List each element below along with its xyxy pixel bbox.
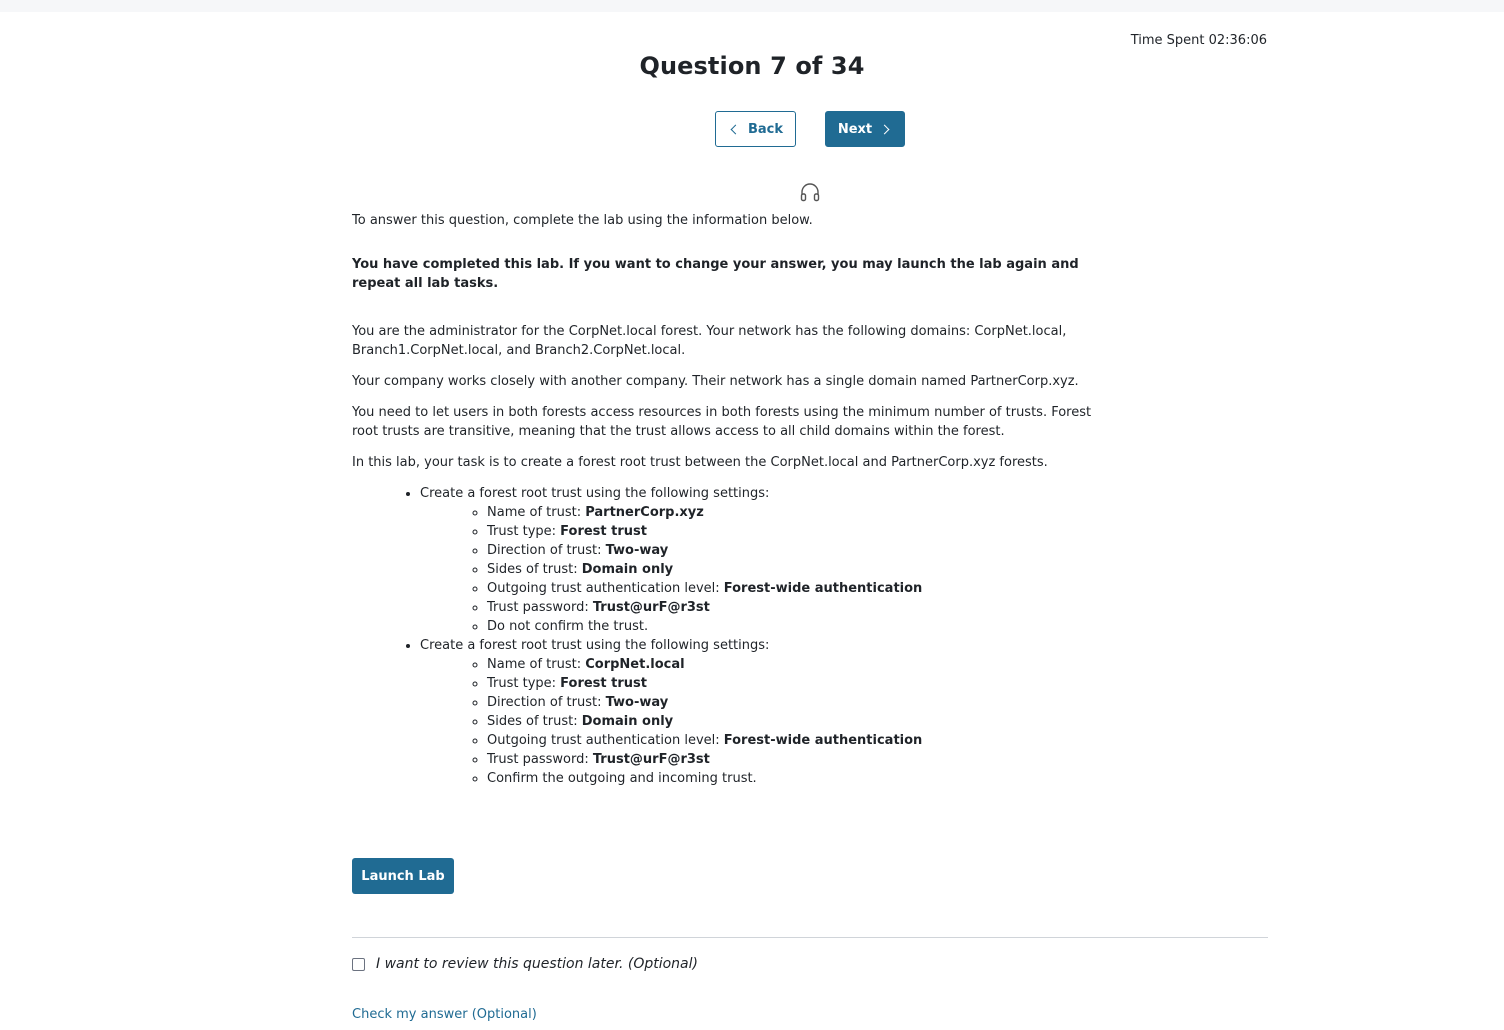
setting-name: Outgoing trust authentication level:	[487, 581, 724, 596]
task-label: Create a forest root trust using the fol…	[420, 638, 770, 653]
back-button[interactable]: Back	[715, 111, 796, 147]
setting-item: Trust type: Forest trust	[487, 674, 1112, 693]
settings-list: Name of trust: CorpNet.local Trust type:…	[420, 655, 1112, 788]
setting-item: Confirm the outgoing and incoming trust.	[487, 769, 1112, 788]
question-content: To answer this question, complete the la…	[352, 211, 1112, 788]
setting-name: Do not confirm the trust.	[487, 619, 649, 634]
divider	[352, 937, 1268, 938]
task-paragraph: In this lab, your task is to create a fo…	[352, 455, 1048, 470]
setting-name: Outgoing trust authentication level:	[487, 733, 724, 748]
setting-name: Sides of trust:	[487, 714, 582, 729]
setting-item: Name of trust: CorpNet.local	[487, 655, 1112, 674]
check-answer-link[interactable]: Check my answer (Optional)	[352, 1007, 537, 1022]
setting-name: Name of trust:	[487, 505, 586, 520]
settings-list: Name of trust: PartnerCorp.xyz Trust typ…	[420, 503, 1112, 636]
scenario-paragraph: Your company works closely with another …	[352, 374, 1079, 389]
setting-name: Confirm the outgoing and incoming trust.	[487, 771, 757, 786]
setting-value: Trust@urF@r3st	[592, 600, 710, 615]
task-label: Create a forest root trust using the fol…	[420, 486, 770, 501]
task-item: Create a forest root trust using the fol…	[420, 484, 1112, 636]
setting-name: Trust type:	[487, 676, 561, 691]
scenario-paragraph: You are the administrator for the CorpNe…	[352, 324, 1067, 358]
setting-item: Trust type: Forest trust	[487, 522, 1112, 541]
setting-value: Trust@urF@r3st	[592, 752, 710, 767]
chevron-right-icon	[879, 124, 890, 134]
setting-item: Outgoing trust authentication level: For…	[487, 731, 1112, 750]
setting-value: CorpNet.local	[585, 657, 685, 672]
setting-name: Sides of trust:	[487, 562, 582, 577]
setting-item: Trust password: Trust@urF@r3st	[487, 750, 1112, 769]
time-spent: Time Spent 02:36:06	[1130, 33, 1267, 48]
setting-value: Forest-wide authentication	[723, 581, 923, 596]
headphones-icon[interactable]	[799, 182, 821, 202]
setting-value: Forest trust	[560, 676, 647, 691]
setting-item: Direction of trust: Two-way	[487, 693, 1112, 712]
setting-name: Direction of trust:	[487, 543, 606, 558]
task-item: Create a forest root trust using the fol…	[420, 636, 1112, 788]
setting-item: Sides of trust: Domain only	[487, 712, 1112, 731]
scenario-paragraph: You need to let users in both forests ac…	[352, 405, 1092, 439]
back-label: Back	[747, 121, 784, 137]
chevron-left-icon	[730, 124, 741, 134]
next-button[interactable]: Next	[825, 111, 905, 147]
task-list: Create a forest root trust using the fol…	[352, 484, 1112, 788]
setting-value: Two-way	[605, 543, 669, 558]
intro-text: To answer this question, complete the la…	[352, 213, 813, 228]
setting-name: Trust password:	[487, 752, 593, 767]
setting-item: Sides of trust: Domain only	[487, 560, 1112, 579]
setting-name: Direction of trust:	[487, 695, 606, 710]
setting-value: PartnerCorp.xyz	[585, 505, 704, 520]
setting-item: Name of trust: PartnerCorp.xyz	[487, 503, 1112, 522]
setting-value: Forest trust	[560, 524, 647, 539]
review-later-checkbox[interactable]	[352, 957, 365, 971]
setting-name: Trust type:	[487, 524, 561, 539]
review-later-option[interactable]: I want to review this question later. (O…	[352, 956, 698, 972]
launch-lab-button[interactable]: Launch Lab	[352, 858, 454, 894]
setting-value: Domain only	[581, 562, 674, 577]
setting-item: Do not confirm the trust.	[487, 617, 1112, 636]
question-navigation: Back Next	[715, 111, 905, 147]
setting-name: Name of trust:	[487, 657, 586, 672]
top-strip	[0, 0, 1504, 12]
setting-value: Forest-wide authentication	[723, 733, 923, 748]
setting-item: Outgoing trust authentication level: For…	[487, 579, 1112, 598]
setting-value: Two-way	[605, 695, 669, 710]
setting-value: Domain only	[581, 714, 674, 729]
setting-item: Direction of trust: Two-way	[487, 541, 1112, 560]
next-label: Next	[837, 121, 873, 137]
completed-notice: You have completed this lab. If you want…	[352, 257, 1079, 291]
setting-name: Trust password:	[487, 600, 593, 615]
review-later-label: I want to review this question later. (O…	[376, 956, 698, 972]
setting-item: Trust password: Trust@urF@r3st	[487, 598, 1112, 617]
question-title: Question 7 of 34	[639, 52, 865, 80]
